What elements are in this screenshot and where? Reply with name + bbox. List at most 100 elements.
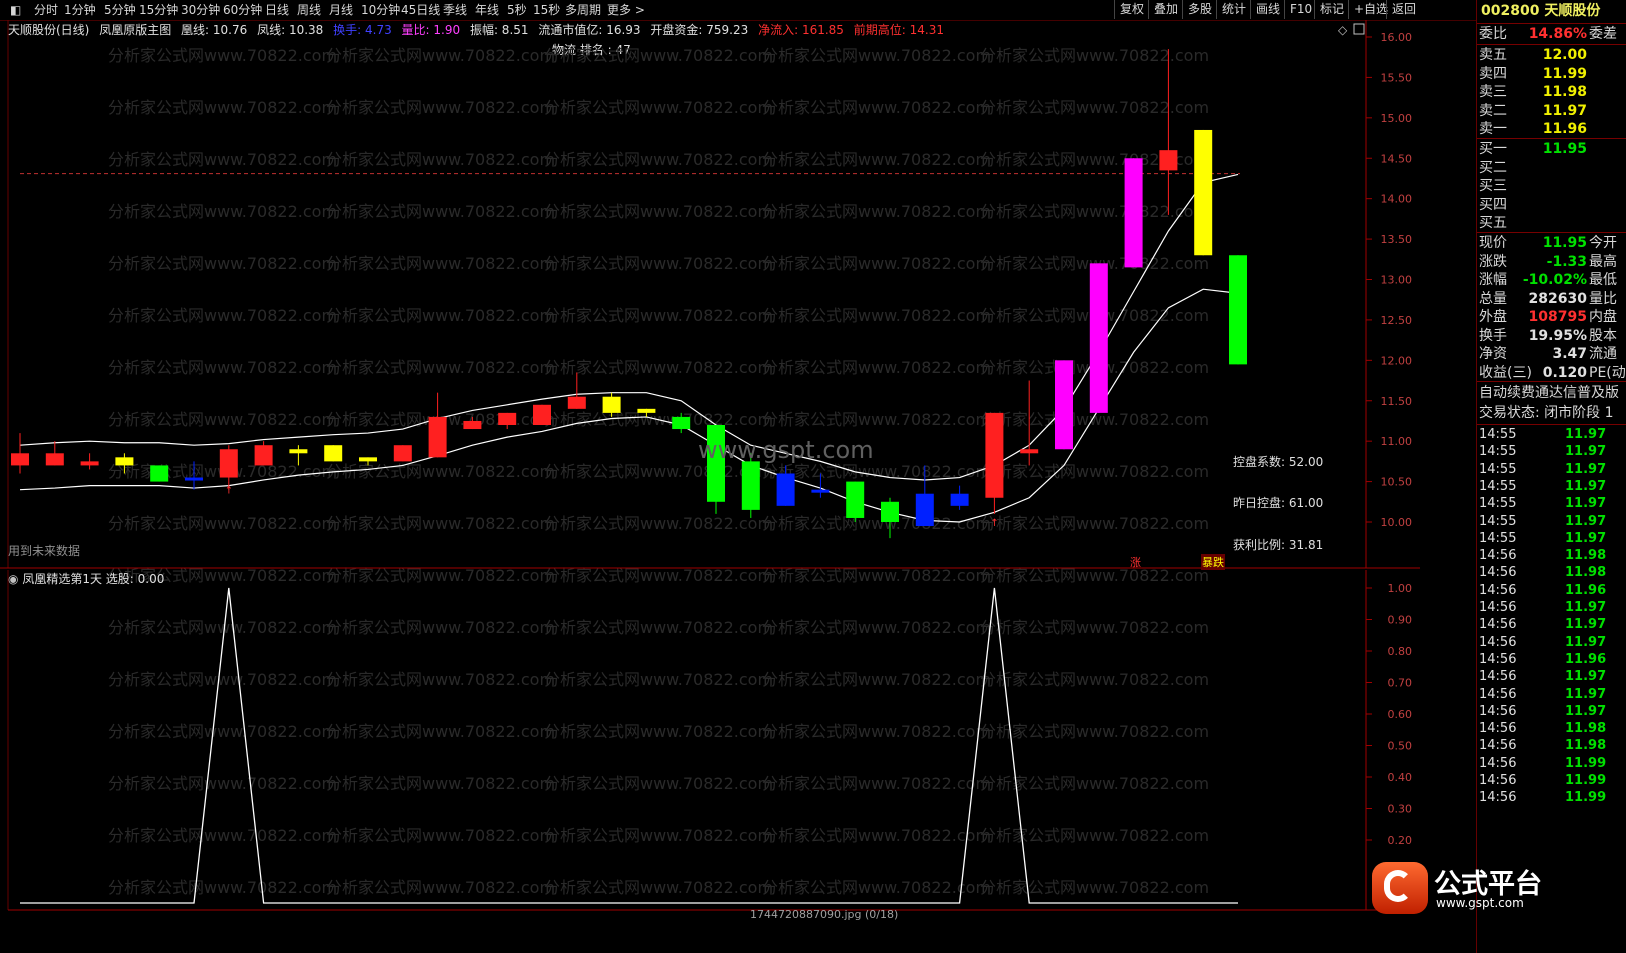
signal-tick-label: 0.90	[1388, 614, 1413, 627]
notice-text: 自动续费通达信普及版	[1479, 385, 1619, 401]
tick-row: 14:56 11.98	[1477, 720, 1626, 737]
quote-row: 卖二 11.97	[1477, 102, 1626, 120]
tick-time: 14:56	[1479, 651, 1517, 667]
quote-label: 买四	[1479, 196, 1507, 213]
sub-indicator-icon[interactable]: ◉	[8, 572, 18, 586]
tick-price: 11.97	[1565, 530, 1607, 546]
quote-value: -10.02%	[1522, 272, 1587, 288]
tick-row: 14:56 11.98	[1477, 547, 1626, 564]
quote-label: 买五	[1479, 215, 1507, 231]
tick-time: 14:56	[1479, 669, 1517, 685]
quote-value: 11.95	[1542, 141, 1587, 157]
rise-marker: 涨	[1130, 556, 1141, 569]
tick-row: 14:56 11.98	[1477, 564, 1626, 581]
candle-body	[637, 408, 656, 413]
tick-row: 14:56 11.97	[1477, 668, 1626, 685]
candle-body	[567, 396, 586, 409]
signal-chart[interactable]: 1.00 0.90 0.80 0.70 0.60 0.50 0.40 0.30 0.20	[0, 570, 1476, 915]
candle-body	[254, 445, 273, 466]
quote-label: 换手	[1479, 327, 1507, 344]
sub-chart-header: ◉ 凤凰精选第1天 选股: 0.00	[8, 570, 164, 587]
tick-row: 14:55 11.97	[1477, 426, 1626, 443]
tick-time: 14:55	[1479, 461, 1517, 477]
yesterday-control: 昨日控盘: 61.00	[1233, 496, 1324, 510]
price-tick-label: 11.50	[1381, 395, 1413, 408]
tick-row: 14:55 11.97	[1477, 478, 1626, 495]
signal-tick-label: 0.40	[1388, 771, 1413, 784]
quote-label: 卖一	[1479, 121, 1507, 137]
quote-label: 卖三	[1479, 84, 1507, 100]
quote-label: 涨跌	[1479, 253, 1507, 270]
quote-value: -1.33	[1546, 253, 1587, 270]
up-arrow-icon: ↑	[990, 518, 998, 529]
candle-body	[289, 449, 308, 454]
tick-price: 11.97	[1565, 496, 1607, 512]
stock-code-header: 002800 天顺股份	[1481, 3, 1601, 19]
quote-label: 买一	[1479, 141, 1507, 157]
tick-row: 14:56 11.99	[1477, 789, 1626, 806]
candle-body	[533, 404, 551, 425]
future-data-label: 用到未来数据	[8, 544, 81, 558]
tick-row: 14:56 11.97	[1477, 599, 1626, 616]
quote-row: 涨幅 -10.02% 最低	[1477, 271, 1626, 289]
candle-body	[602, 396, 621, 413]
quote-value: 11.96	[1542, 121, 1587, 137]
quote-label: 买三	[1479, 178, 1507, 194]
candle-body	[811, 489, 830, 493]
tick-time: 14:56	[1479, 548, 1517, 564]
price-tick-label: 10.00	[1381, 516, 1413, 529]
tick-time: 14:56	[1479, 617, 1517, 633]
quote-panel: 002800 天顺股份 委比 14.86% 委差 自动续费通达信普及版 交易状态…	[1476, 0, 1626, 953]
signal-tick-label: 0.80	[1388, 645, 1413, 658]
tick-time: 14:55	[1479, 513, 1517, 529]
tick-price: 11.97	[1565, 703, 1607, 719]
profit-ratio: 获利比例: 31.81	[1233, 538, 1324, 552]
quote-row: 卖一 11.96	[1477, 120, 1626, 138]
quote-row: 买二	[1477, 159, 1626, 177]
candle-body	[1020, 449, 1039, 454]
tick-price: 11.97	[1565, 600, 1607, 615]
control-coefficient: 控盘系数: 52.00	[1233, 455, 1324, 469]
quote-tail-label: 最高	[1589, 253, 1617, 270]
candle-body	[1229, 255, 1247, 365]
candle-body	[846, 481, 865, 518]
candle-body	[915, 493, 934, 527]
tick-price: 11.97	[1565, 634, 1607, 650]
quote-value: 12.00	[1542, 47, 1587, 63]
tick-price: 11.99	[1565, 790, 1607, 806]
divider	[1477, 424, 1626, 425]
signal-tick-label: 0.60	[1388, 708, 1413, 721]
candle-body	[1194, 129, 1213, 256]
tick-price: 11.99	[1565, 755, 1607, 771]
tick-price: 11.97	[1565, 617, 1607, 633]
quote-row: 外盘 108795 内盘	[1477, 308, 1626, 326]
gspt-logo: 公式平台 www.gspt.com	[1372, 860, 1562, 916]
quote-row: 卖三 11.98	[1477, 83, 1626, 101]
tick-row: 14:55 11.97	[1477, 461, 1626, 478]
tick-price: 11.98	[1565, 721, 1607, 737]
sub-indicator-name[interactable]: 凤凰精选第1天	[22, 572, 102, 586]
quote-tail-label: PE(动	[1589, 364, 1626, 381]
candle-body	[881, 501, 899, 522]
quote-value: 11.99	[1542, 65, 1587, 82]
tick-price: 11.96	[1565, 651, 1607, 667]
quote-tail-label: 今开	[1589, 235, 1617, 251]
candle-body	[1089, 263, 1108, 413]
quote-row: 换手 19.95% 股本	[1477, 327, 1626, 345]
price-tick-label: 12.00	[1381, 354, 1413, 367]
quote-label: 现价	[1479, 235, 1507, 251]
quote-row: 总量 282630 量比	[1477, 290, 1626, 308]
candle-body	[741, 461, 760, 510]
candle-body	[1055, 360, 1073, 450]
tick-row: 14:56 11.96	[1477, 582, 1626, 599]
tick-time: 14:55	[1479, 444, 1517, 460]
quote-row: 买五	[1477, 214, 1626, 232]
candlestick-chart[interactable]: 16.00 15.50 15.00 14.50 14.00 13.50 13.00 12.50…	[0, 20, 1476, 572]
quote-row: 净资 3.47 流通	[1477, 345, 1626, 363]
quote-value: 282630	[1528, 290, 1587, 307]
tick-price: 11.97	[1565, 669, 1607, 685]
status-text: 交易状态: 闭市阶段 1	[1479, 405, 1614, 421]
price-tick-label: 10.50	[1381, 476, 1413, 489]
candle-body	[45, 453, 64, 466]
tick-time: 14:56	[1479, 721, 1517, 737]
